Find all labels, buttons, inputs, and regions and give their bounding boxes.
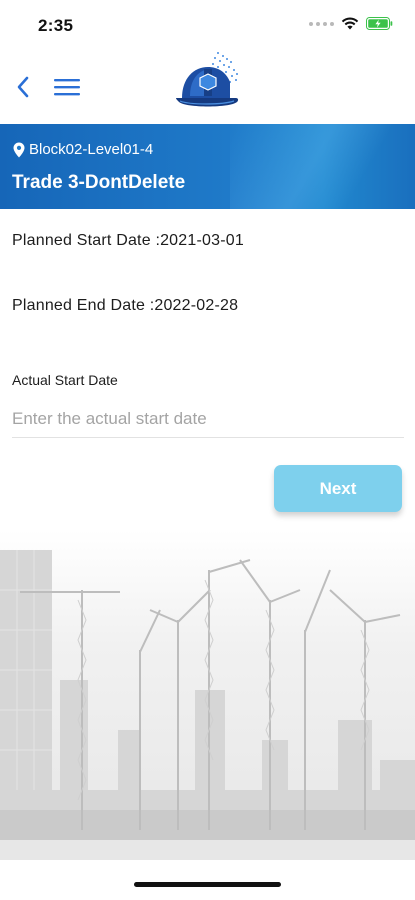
cellular-signal-icon bbox=[309, 21, 334, 26]
wifi-icon bbox=[341, 17, 359, 30]
location-pin-icon bbox=[13, 142, 25, 157]
battery-icon bbox=[366, 17, 393, 30]
location-label: Block02-Level01-4 bbox=[29, 141, 154, 158]
construction-background-image bbox=[0, 530, 415, 860]
back-button[interactable] bbox=[12, 72, 36, 102]
actual-start-date-input[interactable] bbox=[12, 400, 404, 438]
task-header: Block02-Level01-4 Trade 3-DontDelete bbox=[0, 124, 415, 209]
menu-button[interactable] bbox=[53, 76, 81, 98]
home-indicator bbox=[134, 882, 281, 887]
planned-start-date: Planned Start Date :2021-03-01 bbox=[12, 232, 244, 249]
back-chevron-icon bbox=[17, 76, 29, 98]
nav-bar bbox=[0, 52, 415, 124]
status-bar: 2:35 bbox=[0, 0, 415, 52]
status-icons bbox=[309, 17, 393, 30]
hamburger-menu-icon bbox=[54, 79, 80, 96]
location-row: Block02-Level01-4 bbox=[13, 141, 153, 158]
trade-title: Trade 3-DontDelete bbox=[12, 172, 186, 193]
actual-start-label: Actual Start Date bbox=[12, 372, 118, 388]
planned-end-date: Planned End Date :2022-02-28 bbox=[12, 297, 239, 314]
status-time: 2:35 bbox=[38, 16, 74, 35]
hard-hat-logo bbox=[176, 52, 239, 107]
next-button[interactable]: Next bbox=[274, 465, 402, 512]
